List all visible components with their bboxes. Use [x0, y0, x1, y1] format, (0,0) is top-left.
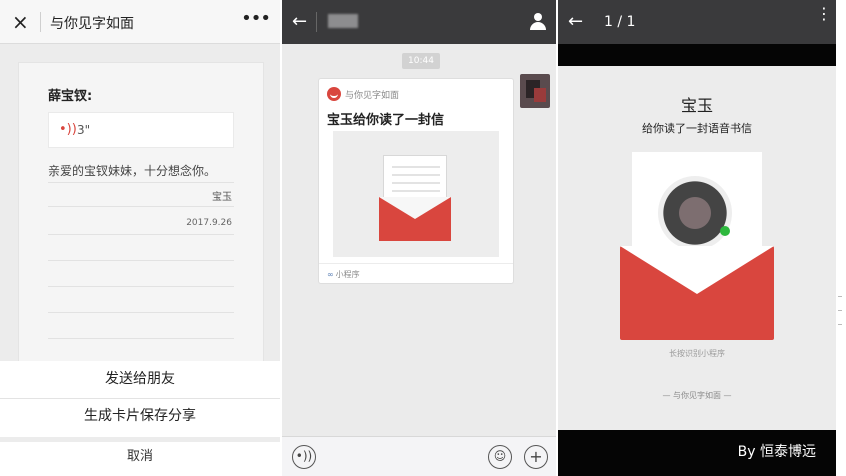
app-logo-icon: [327, 87, 341, 101]
letter-panel: × 与你见字如面 ••• 薛宝钗: •)) 3" 亲爱的宝钗妹妹，十分想念你。 …: [0, 0, 280, 476]
send-to-friend-button[interactable]: 发送给朋友: [0, 361, 280, 397]
envelope-flap: [379, 197, 451, 219]
ruled-line: [48, 182, 234, 183]
ruled-line: [48, 260, 234, 261]
card-headline: 宝玉给你读了一封信: [327, 113, 445, 128]
back-arrow-icon[interactable]: ←: [568, 11, 583, 32]
image-counter: 1 / 1: [604, 14, 636, 30]
save-card-button[interactable]: 生成卡片保存分享: [0, 398, 280, 434]
voice-message[interactable]: •)) 3": [48, 112, 234, 148]
chat-panel: ← 10:44 与你见字如面 宝玉给你读了一封信 ∞ 小程序 •)) ☺ +: [282, 0, 556, 476]
envelope-flap: [620, 246, 774, 294]
user-profile-icon[interactable]: [530, 13, 546, 31]
image-viewer-panel: ← 1 / 1 ⋮ 宝玉 给你读了一封语音书信 长按识别小程序 — 与你见字如面…: [558, 0, 836, 476]
ruled-line: [48, 234, 234, 235]
mini-program-label: ∞ 小程序: [327, 269, 360, 280]
back-arrow-icon[interactable]: ←: [292, 11, 307, 32]
mini-program-icon: ∞: [327, 270, 334, 279]
letter-message: 亲爱的宝钗妹妹，十分想念你。: [48, 164, 217, 178]
margin-dash: [838, 296, 842, 297]
sender-name: 宝玉: [680, 96, 713, 115]
mini-program-code-icon[interactable]: [658, 176, 732, 250]
letter-card: [18, 62, 264, 362]
avatar[interactable]: [520, 74, 550, 108]
voice-duration: 3": [77, 123, 91, 137]
close-icon[interactable]: ×: [12, 10, 29, 34]
top-bar: × 与你见字如面 •••: [0, 0, 280, 44]
cancel-button[interactable]: 取消: [0, 442, 280, 476]
paper-line: [392, 182, 440, 184]
credit-text: By 恒泰博远: [737, 444, 816, 460]
profile-head: [534, 13, 542, 21]
divider: [40, 12, 41, 32]
blurred-contact-name: [328, 14, 358, 28]
recipient-name: 薛宝钗:: [48, 89, 93, 104]
divider: [316, 12, 317, 32]
ruled-line: [48, 206, 234, 207]
image-subtitle: 给你读了一封语音书信: [642, 122, 752, 135]
voice-toggle-icon[interactable]: •)): [292, 445, 316, 469]
avatar-shape: [534, 88, 546, 102]
more-vertical-icon[interactable]: ⋮: [816, 6, 832, 22]
paper-line: [392, 174, 440, 176]
message-time: 10:44: [402, 53, 440, 69]
card-source: 与你见字如面: [345, 91, 400, 101]
emoji-icon[interactable]: ☺: [488, 445, 512, 469]
input-bar: •)) ☺ +: [282, 436, 556, 476]
card-divider: [319, 263, 513, 264]
viewer-top-band: [558, 44, 836, 66]
margin-dash: [838, 310, 842, 311]
ruled-line: [48, 286, 234, 287]
page-title: 与你见字如面: [50, 16, 134, 32]
paper-line: [392, 190, 440, 192]
plus-icon[interactable]: +: [524, 445, 548, 469]
ruled-line: [48, 338, 234, 339]
voice-wave-icon: •)): [59, 122, 77, 137]
margin-dash: [838, 324, 842, 325]
right-margin: [836, 0, 846, 476]
paper-line: [392, 166, 440, 168]
mini-program-text: 小程序: [335, 270, 360, 279]
brand-footer: — 与你见字如面 —: [662, 391, 732, 400]
viewer-top-bar: ← 1 / 1 ⋮: [558, 0, 836, 44]
letter-signature: 宝玉: [212, 192, 232, 203]
mini-program-card[interactable]: 与你见字如面 宝玉给你读了一封信 ∞ 小程序: [318, 78, 514, 284]
card-thumbnail: [333, 131, 499, 257]
chat-top-bar: ←: [282, 0, 556, 44]
longpress-hint: 长按识别小程序: [669, 349, 725, 358]
letter-date: 2017.9.26: [186, 218, 232, 228]
profile-body: [530, 22, 546, 30]
more-icon[interactable]: •••: [241, 8, 271, 29]
ruled-line: [48, 312, 234, 313]
qr-badge-icon: [720, 226, 730, 236]
